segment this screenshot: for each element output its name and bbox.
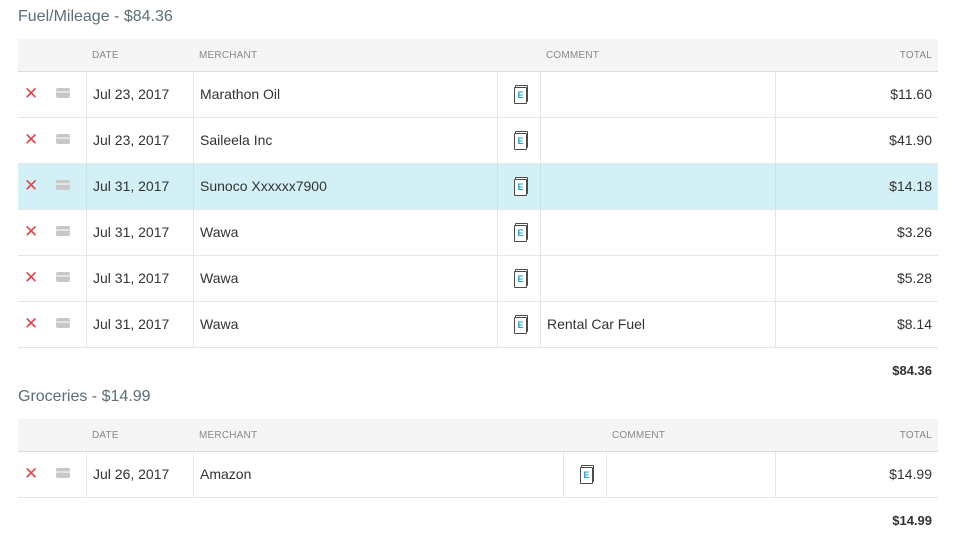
section-groceries: Groceries - $14.99 DATE MERCHANT COMMENT… — [18, 380, 938, 543]
date-cell: Jul 31, 2017 — [93, 224, 170, 240]
credit-card-icon[interactable] — [56, 180, 70, 190]
merchant-cell: Amazon — [200, 466, 252, 482]
total-cell: $14.18 — [889, 178, 932, 194]
receipt-icon[interactable]: E — [580, 465, 594, 484]
delete-x-icon[interactable]: ✕ — [24, 315, 38, 333]
delete-x-icon[interactable]: ✕ — [24, 177, 38, 195]
credit-card-icon[interactable] — [56, 468, 70, 478]
receipt-icon[interactable]: E — [514, 131, 528, 150]
total-cell: $11.60 — [890, 86, 932, 102]
table-row[interactable]: ✕ Jul 31, 2017 Wawa E $5.28 — [18, 256, 938, 302]
credit-card-icon[interactable] — [56, 134, 70, 144]
merchant-cell: Wawa — [200, 270, 239, 286]
delete-x-icon[interactable]: ✕ — [24, 465, 38, 483]
credit-card-icon[interactable] — [56, 318, 70, 328]
total-cell: $5.28 — [896, 270, 932, 286]
merchant-cell: Saileela Inc — [200, 132, 273, 148]
column-date[interactable]: DATE — [92, 430, 119, 441]
credit-card-icon[interactable] — [56, 226, 70, 236]
section-title: Fuel/Mileage - $84.36 — [18, 8, 173, 25]
date-cell: Jul 31, 2017 — [93, 270, 170, 286]
column-merchant[interactable]: MERCHANT — [199, 50, 257, 61]
table-row[interactable]: ✕ Jul 31, 2017 Wawa E $3.26 — [18, 210, 938, 256]
column-comment[interactable]: COMMENT — [612, 430, 665, 441]
column-comment[interactable]: COMMENT — [546, 50, 599, 61]
date-cell: Jul 26, 2017 — [93, 466, 170, 482]
table-row[interactable]: ✕ Jul 23, 2017 Marathon Oil E $11.60 — [18, 72, 938, 118]
credit-card-icon[interactable] — [56, 88, 70, 98]
delete-x-icon[interactable]: ✕ — [24, 223, 38, 241]
receipt-icon[interactable]: E — [514, 177, 528, 196]
date-cell: Jul 23, 2017 — [93, 132, 170, 148]
merchant-cell: Wawa — [200, 316, 239, 332]
merchant-cell: Marathon Oil — [200, 86, 281, 102]
table-row-selected[interactable]: ✕ Jul 31, 2017 Sunoco Xxxxxx7900 E $14.1… — [18, 164, 938, 210]
merchant-cell: Sunoco Xxxxxx7900 — [200, 178, 327, 194]
comment-cell[interactable]: Rental Car Fuel — [547, 302, 645, 347]
section-subtotal: $14.99 — [18, 498, 938, 543]
receipt-icon[interactable]: E — [514, 85, 528, 104]
delete-x-icon[interactable]: ✕ — [24, 131, 38, 149]
table-row[interactable]: ✕ Jul 23, 2017 Saileela Inc E $41.90 — [18, 118, 938, 164]
column-date[interactable]: DATE — [92, 50, 119, 61]
subtotal-value: $14.99 — [892, 513, 932, 528]
credit-card-icon[interactable] — [56, 272, 70, 282]
date-cell: Jul 31, 2017 — [93, 178, 170, 194]
total-cell: $3.26 — [896, 224, 932, 240]
date-cell: Jul 31, 2017 — [93, 316, 170, 332]
receipt-icon[interactable]: E — [514, 315, 528, 334]
table-header: DATE MERCHANT COMMENT TOTAL — [18, 419, 938, 452]
table-header: DATE MERCHANT COMMENT TOTAL — [18, 39, 938, 72]
date-cell: Jul 23, 2017 — [93, 86, 170, 102]
section-fuel-mileage: Fuel/Mileage - $84.36 DATE MERCHANT COMM… — [18, 0, 938, 393]
column-total[interactable]: TOTAL — [900, 50, 932, 61]
total-cell: $14.99 — [889, 466, 932, 482]
receipt-icon[interactable]: E — [514, 223, 528, 242]
total-cell: $41.90 — [889, 132, 932, 148]
table-row[interactable]: ✕ Jul 31, 2017 Wawa E Rental Car Fuel $8… — [18, 302, 938, 348]
table-row[interactable]: ✕ Jul 26, 2017 Amazon E $14.99 — [18, 452, 938, 498]
total-cell: $8.14 — [896, 316, 932, 332]
receipt-icon[interactable]: E — [514, 269, 528, 288]
subtotal-value: $84.36 — [892, 363, 932, 378]
delete-x-icon[interactable]: ✕ — [24, 85, 38, 103]
merchant-cell: Wawa — [200, 224, 239, 240]
delete-x-icon[interactable]: ✕ — [24, 269, 38, 287]
column-total[interactable]: TOTAL — [900, 430, 932, 441]
section-title: Groceries - $14.99 — [18, 388, 151, 405]
column-merchant[interactable]: MERCHANT — [199, 430, 257, 441]
